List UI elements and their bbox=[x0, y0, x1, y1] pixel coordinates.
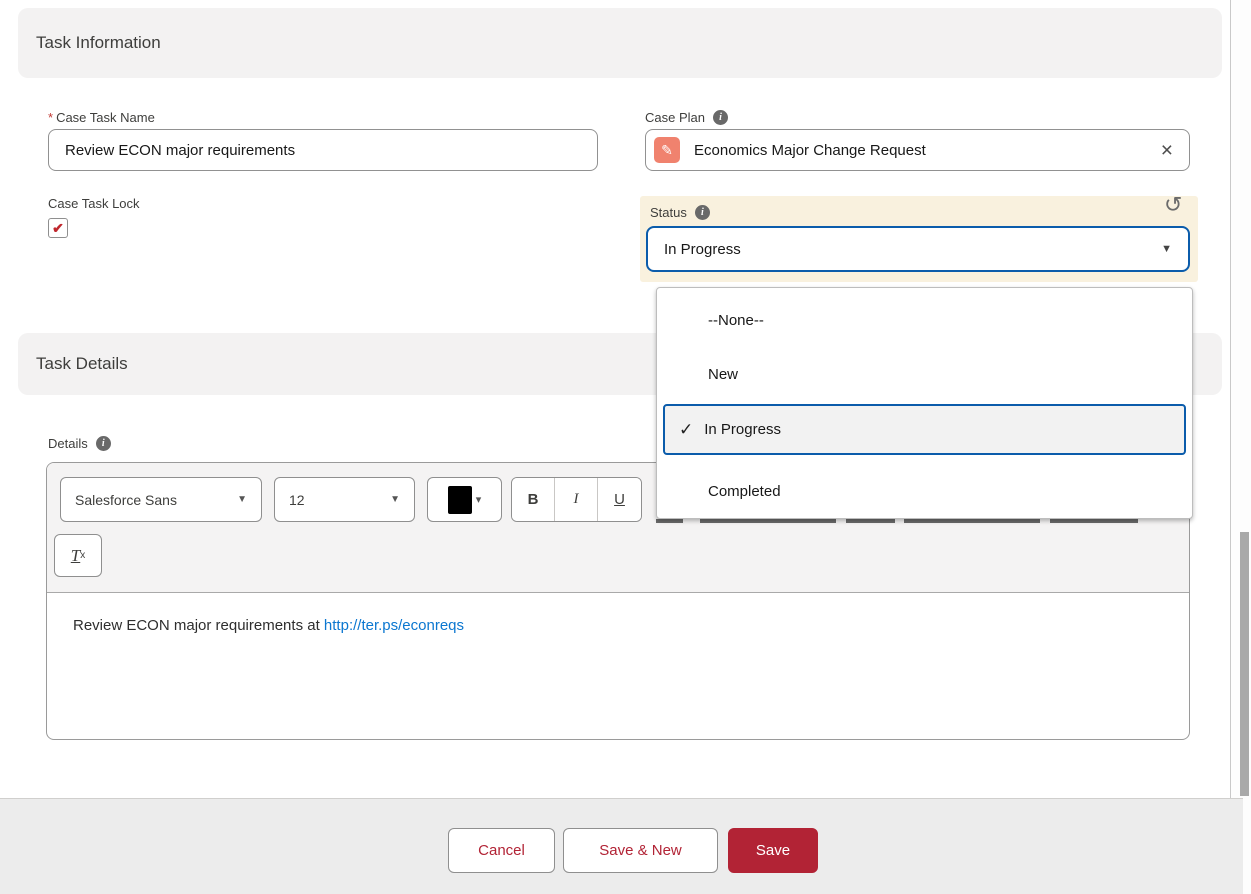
edit-case-task-modal: Task Information * Case Task Name Review… bbox=[0, 0, 1251, 894]
section-title: Task Details bbox=[36, 354, 128, 374]
info-icon[interactable]: i bbox=[96, 436, 111, 451]
status-option-in-progress[interactable]: ✓ In Progress bbox=[663, 404, 1186, 455]
hidden-toolbar-button-edge bbox=[656, 519, 683, 523]
color-swatch bbox=[448, 486, 472, 514]
chevron-down-icon: ▾ bbox=[476, 493, 482, 506]
case-plan-record-icon: ✎ bbox=[654, 137, 680, 163]
italic-button[interactable]: I bbox=[555, 478, 598, 521]
checkbox-check-icon: ✔ bbox=[52, 221, 64, 235]
section-header-task-information: Task Information bbox=[18, 8, 1222, 78]
font-size-select[interactable]: 12 ▼ bbox=[274, 477, 415, 522]
case-task-name-value: Review ECON major requirements bbox=[65, 142, 295, 159]
font-family-select[interactable]: Salesforce Sans ▼ bbox=[60, 477, 262, 522]
status-option-none[interactable]: --None-- bbox=[657, 293, 1192, 347]
case-task-name-label: * Case Task Name bbox=[48, 110, 155, 125]
case-task-lock-checkbox[interactable]: ✔ bbox=[48, 218, 68, 238]
info-icon[interactable]: i bbox=[695, 205, 710, 220]
save-button[interactable]: Save bbox=[728, 828, 818, 873]
case-plan-label: Case Plan i bbox=[645, 110, 728, 125]
clear-selection-icon[interactable]: × bbox=[1153, 140, 1181, 161]
status-option-new[interactable]: New bbox=[657, 347, 1192, 401]
hidden-toolbar-button-edge bbox=[1050, 519, 1138, 523]
status-label: Status i bbox=[650, 205, 710, 220]
details-link[interactable]: http://ter.ps/econreqs bbox=[324, 617, 464, 634]
check-icon: ✓ bbox=[679, 420, 693, 440]
modal-footer: Cancel Save & New Save bbox=[0, 798, 1243, 894]
section-title: Task Information bbox=[36, 33, 161, 53]
hidden-toolbar-button-edge bbox=[904, 519, 1040, 523]
hidden-toolbar-button-edge bbox=[846, 519, 895, 523]
text-color-button[interactable]: ▾ bbox=[427, 477, 502, 522]
pencil-icon: ✎ bbox=[661, 142, 673, 159]
hidden-toolbar-button-edge bbox=[700, 519, 836, 523]
status-dropdown-listbox: --None-- New ✓ In Progress Completed bbox=[656, 287, 1193, 519]
remove-formatting-button[interactable]: Tx bbox=[54, 534, 102, 577]
cancel-button[interactable]: Cancel bbox=[448, 828, 555, 873]
case-plan-lookup-pill[interactable]: ✎ Economics Major Change Request × bbox=[645, 129, 1190, 171]
text-style-button-group: B I U bbox=[511, 477, 642, 522]
save-and-new-button[interactable]: Save & New bbox=[563, 828, 718, 873]
case-task-name-input[interactable]: Review ECON major requirements bbox=[48, 129, 598, 171]
chevron-down-icon: ▼ bbox=[237, 494, 247, 505]
chevron-down-icon: ▼ bbox=[390, 494, 400, 505]
chevron-down-icon: ▼ bbox=[1161, 243, 1172, 255]
case-task-lock-label: Case Task Lock bbox=[48, 196, 140, 211]
info-icon[interactable]: i bbox=[713, 110, 728, 125]
status-option-completed[interactable]: Completed bbox=[657, 464, 1192, 518]
details-label: Details i bbox=[48, 436, 111, 451]
details-text-area[interactable]: Review ECON major requirements at http:/… bbox=[47, 593, 1189, 741]
status-combobox[interactable]: In Progress ▼ bbox=[646, 226, 1190, 272]
vertical-scrollbar-thumb[interactable] bbox=[1240, 532, 1249, 796]
required-asterisk: * bbox=[48, 110, 53, 125]
status-selected-value: In Progress bbox=[664, 241, 741, 258]
bold-button[interactable]: B bbox=[512, 478, 555, 521]
undo-icon[interactable]: ↺ bbox=[1164, 194, 1182, 216]
underline-button[interactable]: U bbox=[598, 478, 641, 521]
case-plan-value: Economics Major Change Request bbox=[694, 142, 1153, 159]
details-text: Review ECON major requirements at bbox=[73, 617, 324, 634]
